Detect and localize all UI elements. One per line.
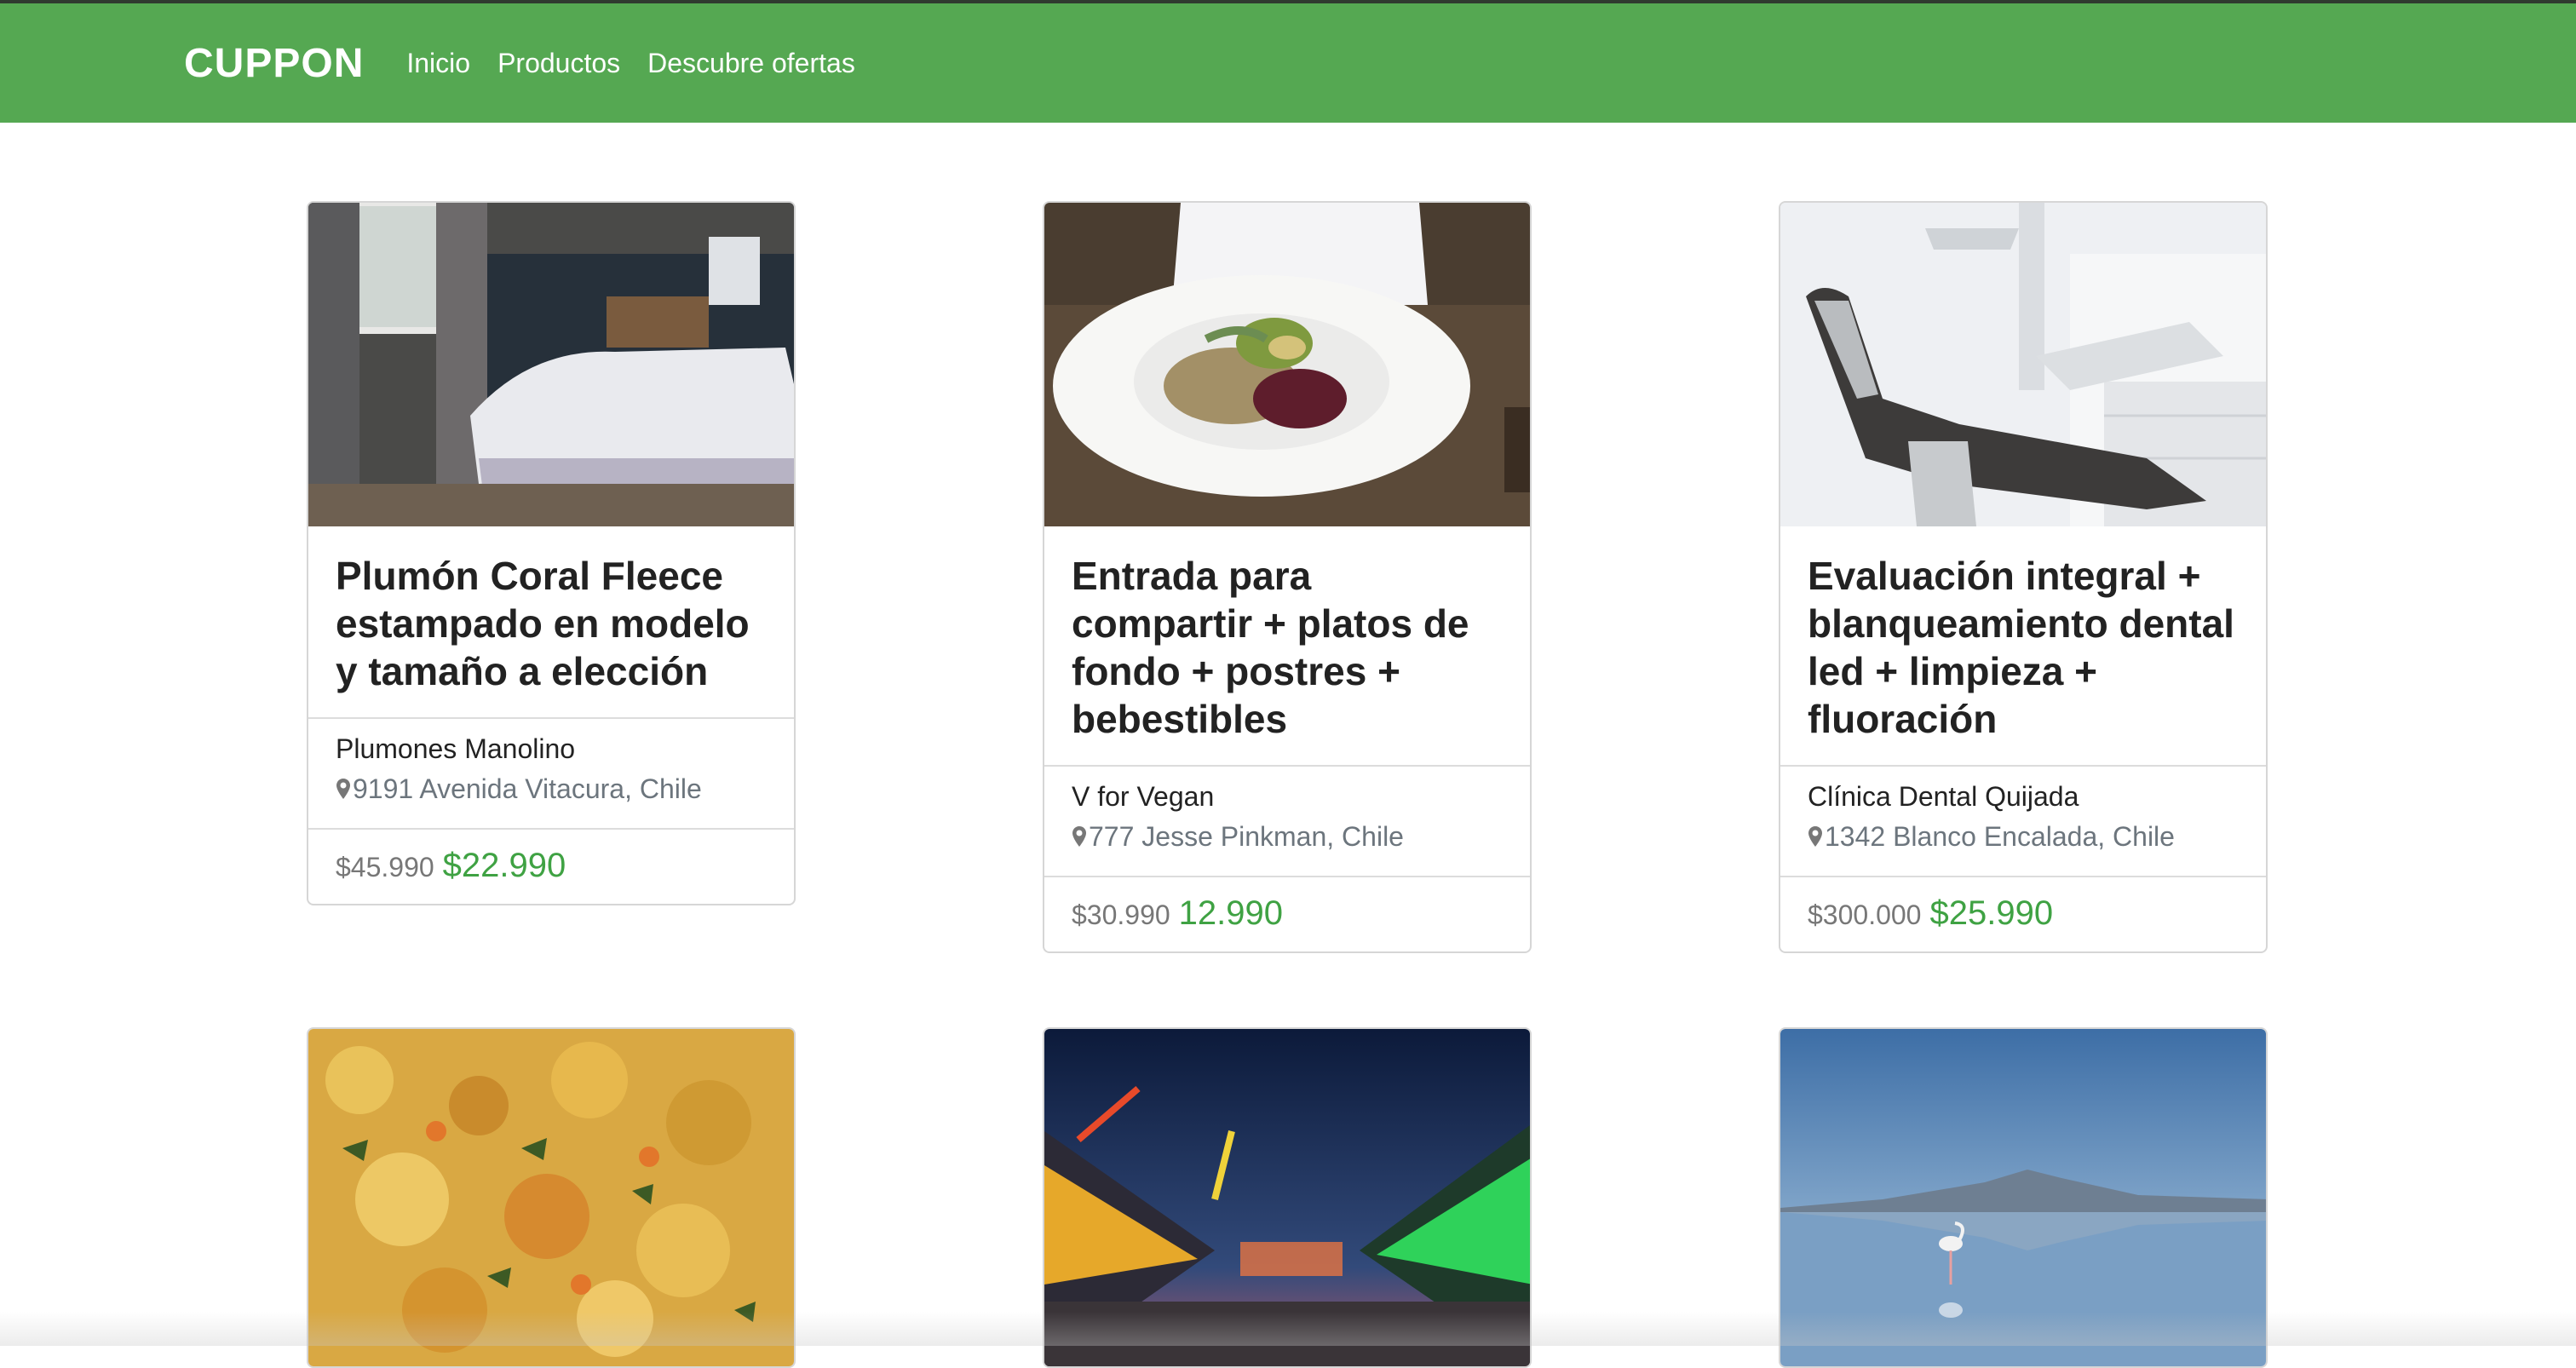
price-row: $30.990 12.990 [1044,877,1530,951]
merchant-name: V for Vegan [1072,781,1215,812]
price-row: $45.990 $22.990 [308,830,794,904]
merchant-name: Plumones Manolino [336,733,576,764]
new-price: $25.990 [1929,894,2054,932]
old-price: $300.000 [1808,900,1922,930]
navbar: CUPPON Inicio Productos Descubre ofertas [0,3,2576,123]
merchant-address: 777 Jesse Pinkman, Chile [1072,816,1503,857]
address-text: 777 Jesse Pinkman, Chile [1089,821,1404,852]
nav-link-inicio[interactable]: Inicio [406,48,470,79]
merchant-address: 9191 Avenida Vitacura, Chile [336,768,767,809]
address-text: 1342 Blanco Encalada, Chile [1825,821,2175,852]
map-pin-icon [1808,826,1822,847]
offer-card-vegan[interactable]: Entrada para compartir + platos de fondo… [1043,201,1532,953]
offer-title[interactable]: Evaluación integral + blanqueamiento den… [1808,552,2239,743]
nav-link-productos[interactable]: Productos [497,48,620,79]
nav-link-descubre-ofertas[interactable]: Descubre ofertas [647,48,855,79]
old-price: $30.990 [1072,900,1170,930]
price-row: $300.000 $25.990 [1780,877,2266,951]
dental-chair-photo[interactable] [1780,203,2266,526]
old-price: $45.990 [336,852,434,882]
merchant-address: 1342 Blanco Encalada, Chile [1808,816,2239,857]
brand-logo[interactable]: CUPPON [184,40,364,87]
bottom-edge-shadow [0,1312,2576,1346]
new-price: 12.990 [1178,894,1284,932]
bedroom-photo[interactable] [308,203,794,526]
offer-card-dental[interactable]: Evaluación integral + blanqueamiento den… [1779,201,2268,953]
offer-title[interactable]: Plumón Coral Fleece estampado en modelo … [336,552,767,695]
offer-title[interactable]: Entrada para compartir + platos de fondo… [1072,552,1503,743]
new-price: $22.990 [442,847,566,884]
address-text: 9191 Avenida Vitacura, Chile [353,773,702,804]
map-pin-icon [336,779,350,799]
offer-card-plumon[interactable]: Plumón Coral Fleece estampado en modelo … [307,201,796,905]
merchant-name: Clínica Dental Quijada [1808,781,2079,812]
vegan-dish-photo[interactable] [1044,203,1530,526]
map-pin-icon [1072,826,1086,847]
